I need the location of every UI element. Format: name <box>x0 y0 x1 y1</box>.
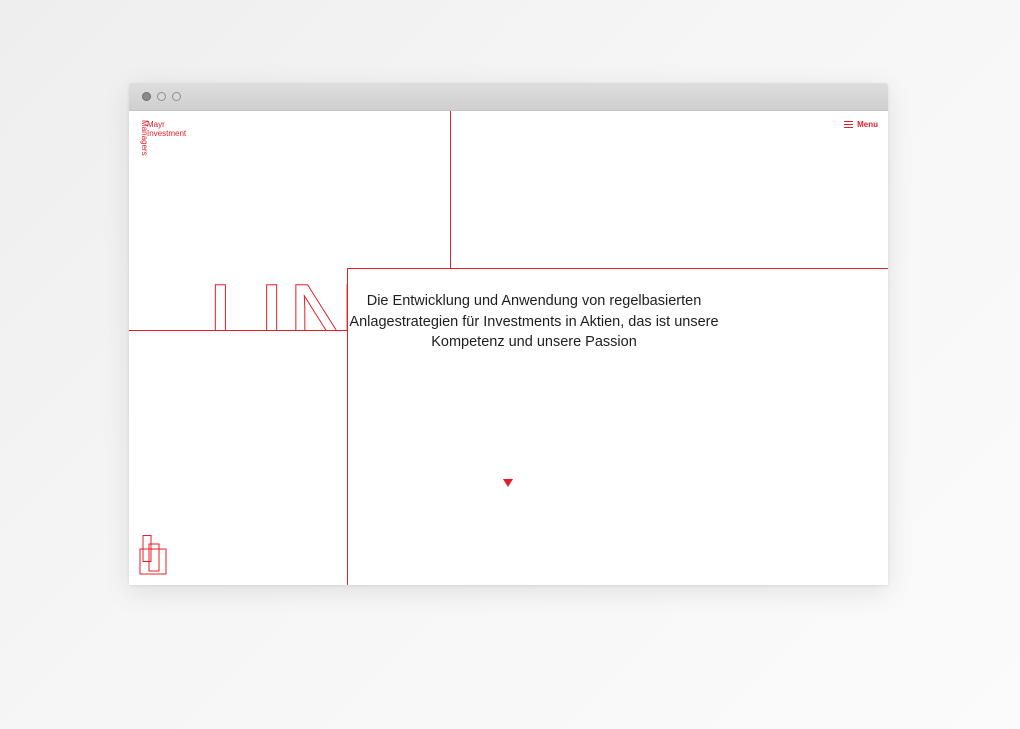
logo-text-investment: Investment <box>147 129 187 138</box>
hero-tagline: Die Entwicklung und Anwendung von regelb… <box>338 291 730 353</box>
close-window-icon[interactable] <box>142 92 151 101</box>
outline-word-text: UNT <box>207 275 347 331</box>
outline-hero-word: UNT <box>207 275 347 331</box>
hero-panel: Die Entwicklung und Anwendung von regelb… <box>347 268 888 585</box>
tagline-line-2: Anlagestrategien für Investments in Akti… <box>349 313 719 330</box>
grid-line-vertical-top <box>450 111 451 269</box>
page-viewport: Managers Mayr Investment Menu UNT Die En… <box>129 111 888 585</box>
triangle-down-icon[interactable] <box>503 479 513 487</box>
minimize-window-icon[interactable] <box>157 92 166 101</box>
menu-button[interactable]: Menu <box>844 120 878 129</box>
browser-window: Managers Mayr Investment Menu UNT Die En… <box>129 83 888 585</box>
browser-titlebar <box>129 83 888 111</box>
menu-label: Menu <box>857 120 878 129</box>
hamburger-icon <box>844 121 854 128</box>
tagline-line-3: Kompetenz und unsere Passion <box>431 334 637 350</box>
zoom-window-icon[interactable] <box>172 92 181 101</box>
emblem-icon <box>139 535 167 575</box>
logo-text-mayr: Mayr <box>147 120 165 129</box>
tagline-line-1: Die Entwicklung und Anwendung von regelb… <box>366 293 702 309</box>
